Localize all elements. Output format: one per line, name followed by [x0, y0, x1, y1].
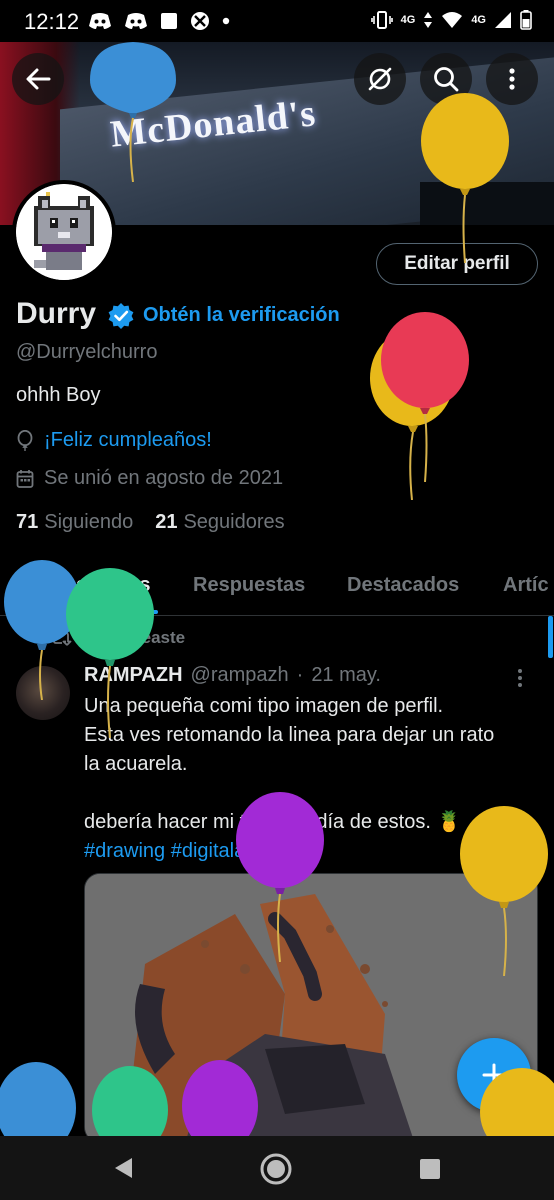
notification-icons — [88, 11, 230, 31]
balloon-decoration — [236, 792, 324, 962]
battery-icon — [520, 10, 532, 30]
back-arrow-icon — [26, 68, 51, 90]
signal-icon — [495, 12, 511, 28]
back-button[interactable] — [12, 53, 64, 105]
xbox-icon — [191, 12, 209, 30]
follow-stats: 71 Siguiendo 21 Seguidores — [16, 511, 285, 534]
profile-handle: @Durryelchurro — [16, 341, 158, 363]
get-verified-link[interactable]: Obtén la verificación — [143, 304, 340, 327]
profile-bio: ohhh Boy — [16, 384, 101, 406]
balloon-decoration — [460, 806, 548, 976]
avatar-image — [16, 184, 112, 280]
birthday-text[interactable]: ¡Feliz cumpleaños! — [44, 429, 212, 452]
balloon-icon — [17, 429, 33, 451]
balloon-decoration — [66, 568, 154, 738]
tab-highlights[interactable]: Destacados — [347, 574, 459, 597]
post-author-handle[interactable]: @rampazh — [191, 664, 289, 687]
following-stat[interactable]: 71 Siguiendo — [16, 511, 133, 534]
joined-text: Se unió en agosto de 2021 — [44, 467, 284, 489]
following-label: Siguiendo — [44, 511, 134, 533]
nav-back-icon[interactable] — [112, 1156, 134, 1180]
post-more-icon[interactable] — [516, 668, 524, 688]
joined-row: Se unió en agosto de 2021 — [16, 467, 283, 490]
system-navigation-bar — [0, 1136, 554, 1200]
following-count: 71 — [16, 511, 39, 533]
more-vertical-icon — [509, 68, 515, 90]
nav-home-icon[interactable] — [259, 1152, 293, 1186]
followers-stat[interactable]: 21 Seguidores — [155, 511, 284, 534]
system-icons: 4G 4G — [370, 10, 532, 30]
tab-articles[interactable]: Artíc — [503, 574, 549, 597]
followers-count: 21 — [155, 511, 178, 533]
network-type-label-2: 4G — [471, 14, 486, 26]
square-icon — [161, 13, 177, 29]
calendar-icon — [16, 469, 34, 488]
eye-slash-icon — [368, 67, 392, 91]
status-bar: 12:12 4G 4G — [0, 0, 554, 42]
post-text-line: la acuarela. — [84, 753, 188, 775]
nav-recents-icon[interactable] — [419, 1158, 441, 1180]
discord-icon — [125, 13, 147, 29]
pixel-cat-avatar-art — [16, 184, 112, 280]
post-date[interactable]: 21 may. — [311, 664, 381, 687]
vibrate-icon — [370, 11, 393, 29]
followers-label: Seguidores — [183, 511, 285, 533]
profile-display-name: Durry — [16, 297, 97, 330]
balloon-decoration — [0, 1062, 76, 1136]
balloon-decoration — [421, 93, 509, 263]
balloon-decoration — [182, 1060, 258, 1136]
verified-badge-icon[interactable] — [107, 302, 135, 330]
data-arrows-icon — [424, 12, 433, 28]
discord-icon — [89, 13, 111, 29]
hide-profile-button[interactable] — [354, 53, 406, 105]
hashtag-link[interactable]: #drawing — [84, 840, 165, 862]
balloon-decoration — [92, 1066, 168, 1136]
balloon-decoration — [90, 42, 176, 182]
search-icon — [434, 67, 459, 92]
balloon-decoration — [381, 312, 469, 482]
wifi-icon — [442, 12, 463, 28]
status-time: 12:12 — [24, 9, 80, 34]
scroll-indicator — [548, 616, 553, 658]
birthday-row: ¡Feliz cumpleaños! — [16, 429, 212, 452]
balloon-decoration — [480, 1068, 554, 1136]
post-separator: · — [296, 664, 304, 686]
profile-avatar[interactable] — [12, 180, 116, 284]
network-type-label: 4G — [400, 14, 416, 26]
tab-replies[interactable]: Respuestas — [193, 574, 305, 597]
dot-icon — [222, 17, 230, 25]
